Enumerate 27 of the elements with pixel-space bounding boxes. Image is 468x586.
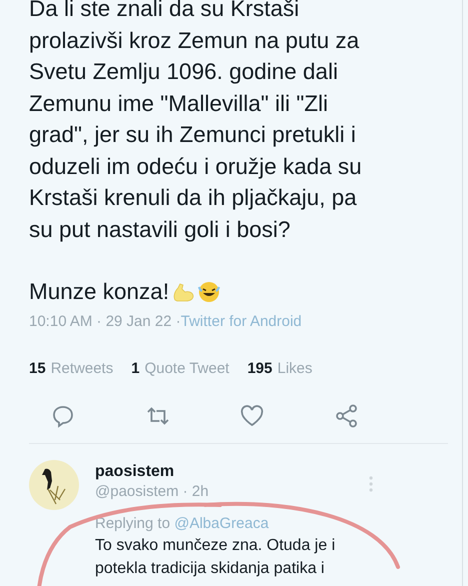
tweet-timestamp: 10:10 AM · 29 Jan 22 · (29, 313, 181, 330)
tweet-text-line: su put nastavili goli i bosi? (29, 216, 290, 244)
stat-count: 195 (247, 360, 272, 377)
reply-author-handle: @paosistem · 2h (95, 482, 209, 502)
tweet-closing-text: Munze konza! (29, 278, 170, 306)
tweet-text-line: grad", jer su ih Zemunci pretukli i (29, 121, 356, 149)
stat-count: 1 (131, 360, 140, 377)
tweet-text-line: Zemunu ime "Mallevilla" ili "Zli (29, 90, 328, 118)
stat-label[interactable]: Quote Tweet (144, 360, 230, 377)
tweet-text-line: oduzeli im odeću i oružje kada su (29, 152, 362, 181)
bird-avatar[interactable] (29, 460, 79, 510)
reply-author-name[interactable]: paosistem (95, 462, 174, 482)
mention-link[interactable]: @AlbaGreaca (174, 515, 269, 532)
tweet-text-line: prolazivši kroz Zemun na putu za (29, 26, 360, 55)
stat-count: 15 (29, 360, 46, 377)
replying-to-text: Replying to @AlbaGreaca (95, 514, 269, 534)
heart-icon[interactable] (239, 403, 266, 429)
stat-label[interactable]: Retweets (50, 360, 114, 377)
reply-text-line: potekla tradicija skidanja patika i (95, 559, 324, 579)
tweet-text-line: Svetu Zemlju 1096. godine dali (29, 58, 338, 86)
tweet-source-link[interactable]: Twitter for Android (180, 313, 302, 330)
reply-text-line: To svako munčeze zna. Otuda je i (95, 536, 336, 556)
reply-icon[interactable] (50, 403, 76, 429)
tweet-text-line: Krstaši krenuli da ih pljačkaju, pa (29, 184, 357, 212)
share-icon[interactable] (334, 403, 360, 429)
laughing-face-icon (197, 280, 222, 304)
stat-label[interactable]: Likes (277, 360, 312, 377)
